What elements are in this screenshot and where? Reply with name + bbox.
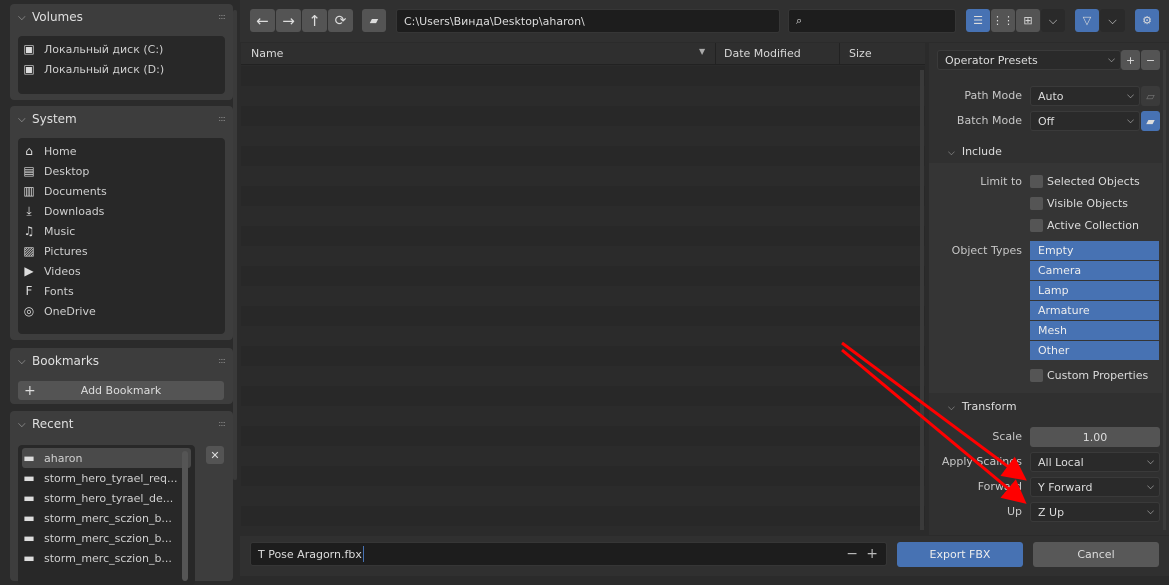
arrow-to-forward xyxy=(841,341,1027,481)
arrow-to-up xyxy=(841,348,1027,504)
annotation-arrows xyxy=(841,341,1027,504)
